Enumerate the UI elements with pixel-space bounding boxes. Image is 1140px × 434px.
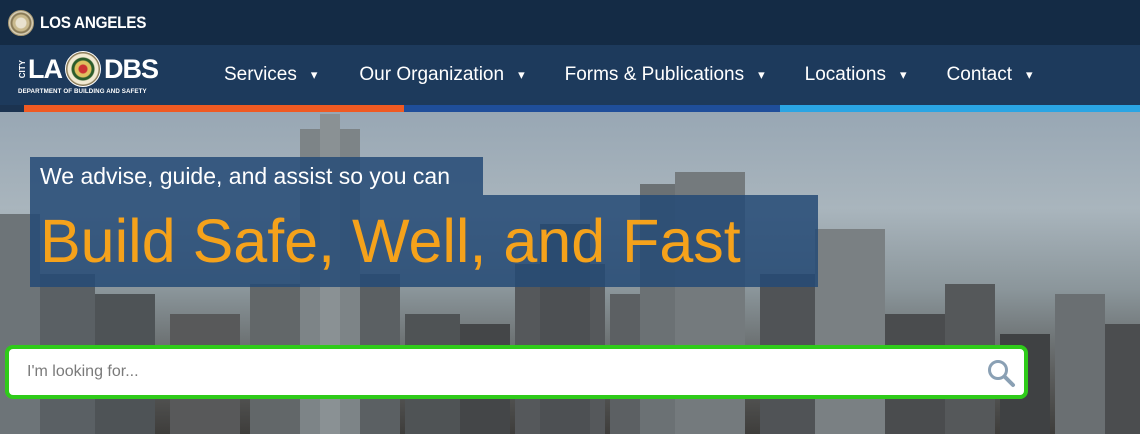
accent-stripe-orange xyxy=(24,105,404,112)
main-navbar: CITY LA DBS DEPARTMENT OF BUILDING AND S… xyxy=(0,45,1140,105)
chevron-down-icon: ▾ xyxy=(900,67,907,82)
top-bar: LOS ANGELES xyxy=(0,0,1140,45)
accent-stripe-light-blue xyxy=(780,105,1140,112)
logo-seal-icon xyxy=(65,51,101,87)
nav-item-locations[interactable]: Locations ▾ xyxy=(805,64,907,86)
chevron-down-icon: ▾ xyxy=(518,67,525,82)
city-name[interactable]: LOS ANGELES xyxy=(40,13,146,33)
logo-la-text: LA xyxy=(28,53,63,84)
hero-headline: Build Safe, Well, and Fast xyxy=(30,195,818,287)
search-box xyxy=(5,345,1028,399)
nav-item-services[interactable]: Services ▾ xyxy=(224,64,317,86)
logo-dbs-text: DBS xyxy=(104,53,159,84)
chevron-down-icon: ▾ xyxy=(310,67,318,82)
nav-item-label: Contact xyxy=(946,64,1013,85)
chevron-down-icon: ▾ xyxy=(1026,67,1033,82)
search-input[interactable] xyxy=(9,349,969,395)
nav-menu: Services ▾ Our Organization ▾ Forms & Pu… xyxy=(205,45,1033,105)
nav-item-contact[interactable]: Contact ▾ xyxy=(947,64,1033,86)
accent-stripe-blue xyxy=(404,105,780,112)
nav-item-label: Our Organization xyxy=(359,64,505,85)
nav-item-label: Forms & Publications xyxy=(564,64,745,85)
nav-item-forms-publications[interactable]: Forms & Publications ▾ xyxy=(565,64,765,86)
nav-item-our-organization[interactable]: Our Organization ▾ xyxy=(359,64,524,86)
logo-city-text: CITY xyxy=(18,59,27,79)
ladbs-logo[interactable]: CITY LA DBS DEPARTMENT OF BUILDING AND S… xyxy=(18,51,180,99)
nav-item-label: Locations xyxy=(804,64,886,85)
chevron-down-icon: ▾ xyxy=(758,67,765,82)
search-icon[interactable] xyxy=(986,358,1016,388)
hero-tagline: We advise, guide, and assist so you can xyxy=(30,157,483,195)
logo-subtitle: DEPARTMENT OF BUILDING AND SAFETY xyxy=(18,88,147,95)
city-seal-icon[interactable] xyxy=(8,9,34,36)
nav-item-label: Services xyxy=(224,64,297,85)
